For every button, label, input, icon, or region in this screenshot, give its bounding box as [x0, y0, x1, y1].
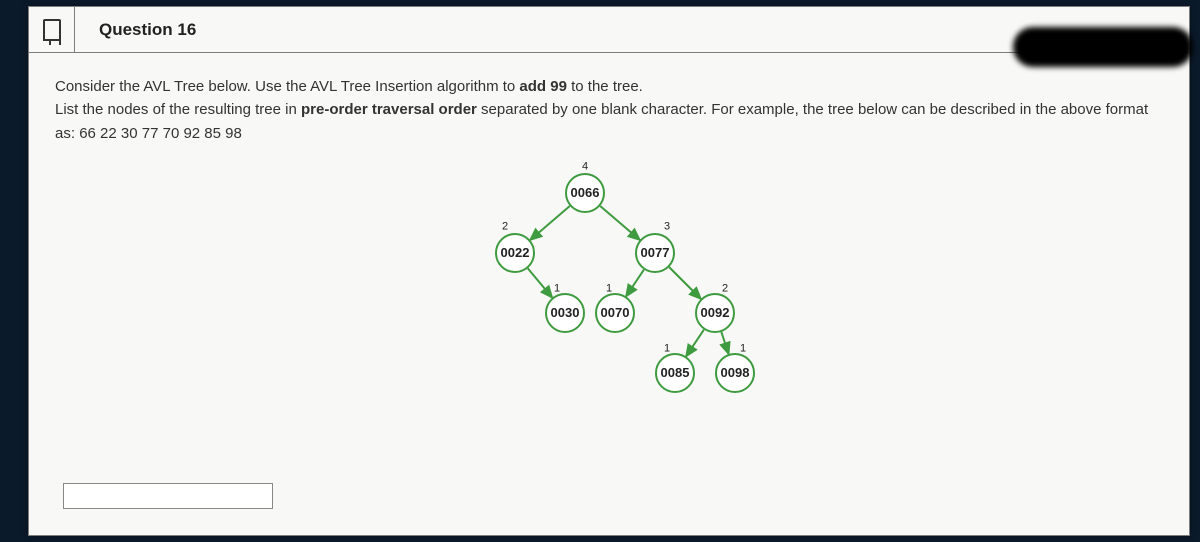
tree-node-0022: 0022 [495, 233, 535, 273]
emphasis-preorder: pre-order traversal order [301, 101, 477, 118]
answer-input[interactable] [63, 483, 273, 509]
height-label: 2 [722, 280, 728, 297]
tree-edge [530, 206, 570, 240]
text: to the tree. [567, 78, 643, 95]
question-line-2: List the nodes of the resulting tree in … [55, 98, 1163, 145]
height-label: 3 [664, 218, 670, 235]
flag-button[interactable] [29, 7, 75, 53]
text: Consider the AVL Tree below. Use the AVL… [55, 78, 519, 95]
question-body: Consider the AVL Tree below. Use the AVL… [29, 53, 1189, 423]
example-sequence: 66 22 30 77 70 92 85 98 [79, 125, 242, 142]
bookmark-icon [43, 19, 61, 41]
height-label: 1 [554, 280, 560, 297]
height-label: 1 [664, 340, 670, 357]
obscured-area [1013, 27, 1193, 67]
height-label: 4 [582, 158, 588, 175]
height-label: 1 [606, 280, 612, 297]
avl-tree-diagram: 0066 0022 0077 00300070 00920085 0098 4 2 3 1 1 2 1… [55, 153, 1163, 413]
tree-node-0030: 0030 [545, 293, 585, 333]
tree-node-0085: 0085 [655, 353, 695, 393]
tree-edge [721, 332, 728, 354]
answer-row [63, 483, 273, 509]
tree-edge [669, 267, 701, 299]
tree-node-0070: 0070 [595, 293, 635, 333]
question-card: Question 16 Consider the AVL Tree below.… [28, 6, 1190, 536]
text: List the nodes of the resulting tree in [55, 101, 301, 118]
question-title: Question 16 [93, 20, 196, 40]
tree-node-0066: 0066 [565, 173, 605, 213]
tree-node-0098: 0098 [715, 353, 755, 393]
height-label: 2 [502, 218, 508, 235]
tree-node-0092: 0092 [695, 293, 735, 333]
tree-edge [600, 206, 640, 240]
tree-edge [626, 269, 644, 296]
question-line-1: Consider the AVL Tree below. Use the AVL… [55, 75, 1163, 98]
tree-edge [528, 268, 552, 297]
emphasis-add-99: add 99 [519, 78, 567, 95]
height-label: 1 [740, 340, 746, 357]
tree-node-0077: 0077 [635, 233, 675, 273]
tree-edge [686, 329, 704, 356]
